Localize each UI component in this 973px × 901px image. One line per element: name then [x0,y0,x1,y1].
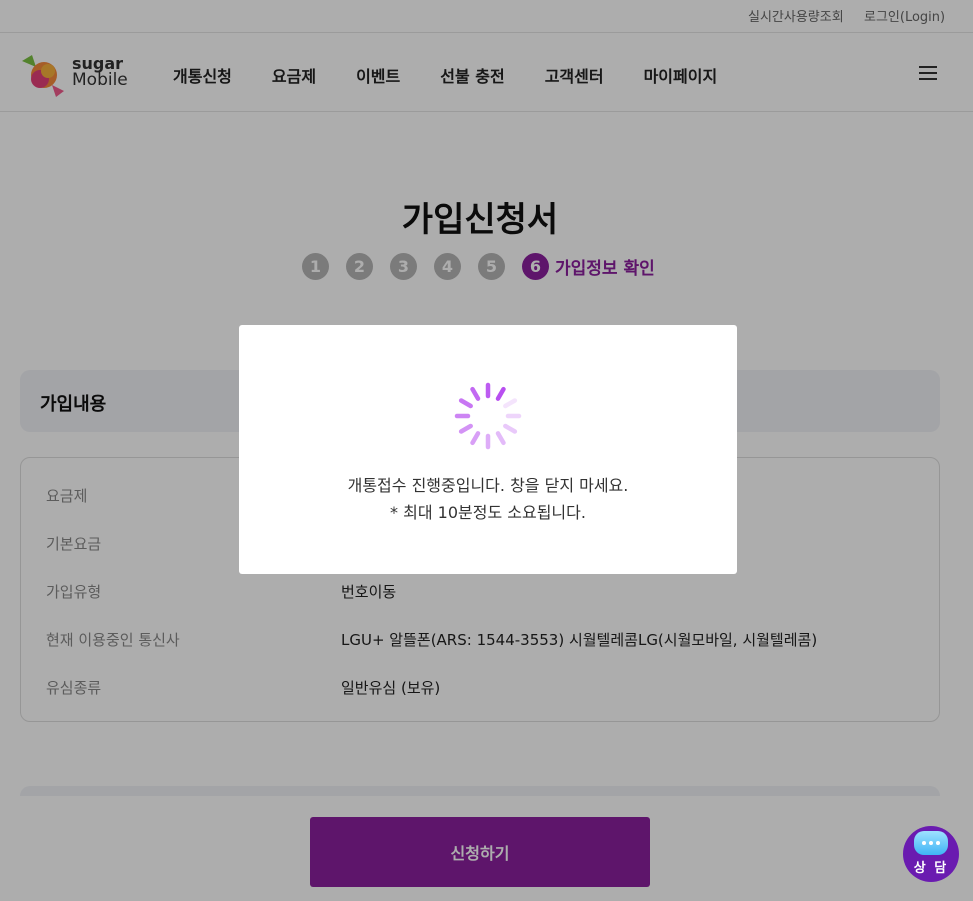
chat-consult-button[interactable]: 상 담 [903,826,959,882]
spinner-tick [495,431,506,446]
spinner-tick [470,431,481,446]
chat-bubble-icon [914,830,948,855]
spinner-tick [458,398,473,409]
modal-message: 개통접수 진행중입니다. 창을 닫지 마세요. * 최대 10분정도 소요됩니다… [239,472,737,526]
loading-spinner-icon [454,382,522,450]
modal-message-line1: 개통접수 진행중입니다. 창을 닫지 마세요. [347,476,629,495]
spinner-tick [458,423,473,434]
spinner-tick [470,386,481,401]
chat-label: 상 담 [913,860,949,876]
spinner-tick [495,386,506,401]
spinner-tick [503,398,518,409]
spinner-tick [503,423,518,434]
loading-modal: 개통접수 진행중입니다. 창을 닫지 마세요. * 최대 10분정도 소요됩니다… [239,325,737,574]
modal-message-line2: * 최대 10분정도 소요됩니다. [390,503,586,522]
